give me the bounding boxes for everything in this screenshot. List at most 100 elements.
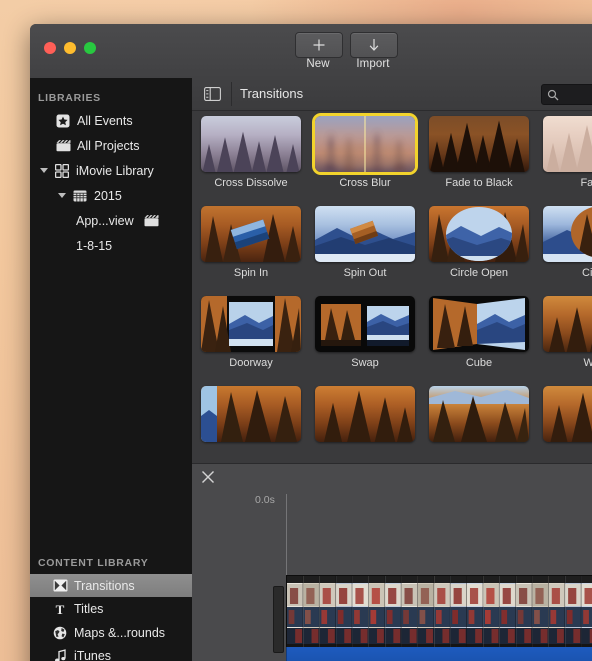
close-x-icon[interactable] (200, 469, 218, 487)
sidebar-item-label: Transitions (74, 578, 135, 593)
sidebar-item-label: 1-8-15 (76, 238, 113, 253)
transition-tile-row4-b[interactable] (315, 386, 419, 447)
sidebar-item-itunes[interactable]: iTunes (30, 645, 192, 661)
transition-tile-row4-d[interactable] (543, 386, 592, 447)
transition-tile-circle-open[interactable]: Circle Open (429, 206, 533, 279)
transition-tile-doorway[interactable]: Doorway (201, 296, 305, 369)
sidebar-item-all-events[interactable]: All Events (30, 109, 192, 132)
transition-thumbnail[interactable] (315, 296, 415, 352)
transition-label: Spin In (233, 267, 269, 279)
transition-thumbnail[interactable] (543, 116, 592, 172)
timeline-video-clip[interactable] (286, 575, 592, 649)
calendar-icon (72, 189, 88, 203)
globe-icon (52, 626, 68, 640)
sidebar-item-2015[interactable]: 2015 (30, 184, 192, 207)
timeline-audio-track[interactable] (286, 647, 592, 661)
timeline-ruler[interactable] (192, 492, 592, 516)
transitions-grid: Cross Dissolve Cross Blur Fade to Black (192, 110, 592, 463)
import-button[interactable] (350, 32, 398, 58)
sidebar-item-label: All Events (77, 113, 133, 128)
disclosure-triangle-icon[interactable] (58, 193, 66, 198)
transitions-browser: Transitions Cross Dissolve Cross Blur Fa… (192, 78, 592, 463)
transition-thumbnail[interactable] (429, 116, 529, 172)
transition-tile-circl[interactable]: Circl (543, 206, 592, 279)
transition-label: Circle Open (449, 267, 509, 279)
transition-tile-cube[interactable]: Cube (429, 296, 533, 369)
transition-tile-fade-to-black[interactable]: Fade to Black (429, 116, 533, 189)
transition-label: Swap (351, 357, 379, 369)
window-close-button[interactable] (44, 42, 56, 54)
music-note-icon (52, 649, 68, 661)
sidebar: LIBRARIES All Events All Projects iMovie L… (30, 78, 193, 661)
transition-thumbnail[interactable] (315, 386, 415, 442)
clip-trim-handle[interactable] (273, 586, 284, 653)
sidebar-item-all-projects[interactable]: All Projects (30, 134, 192, 157)
sidebar-item-1-8-15[interactable]: 1-8-15 (30, 234, 192, 257)
transition-label: Spin Out (343, 267, 387, 279)
transition-tile-row4-a[interactable] (201, 386, 305, 447)
content-library-header: CONTENT LIBRARY (38, 557, 149, 569)
transition-thumbnail[interactable] (312, 113, 418, 175)
transition-thumbnail[interactable] (201, 296, 301, 352)
transition-tile-wip[interactable]: Wip (543, 296, 592, 369)
sidebar-item-imovie-library[interactable]: iMovie Library (30, 159, 192, 182)
transition-tile-fade[interactable]: Fade (543, 116, 592, 189)
libraries-header: LIBRARIES (38, 92, 101, 104)
disclosure-triangle-icon[interactable] (40, 168, 48, 173)
transition-thumbnail[interactable] (543, 386, 592, 442)
transition-tile-row4-c[interactable] (429, 386, 533, 447)
search-icon (547, 88, 559, 106)
window-maximize-button[interactable] (84, 42, 96, 54)
plus-icon (313, 39, 325, 51)
download-arrow-icon (369, 39, 379, 51)
filmstrip-svg (287, 576, 592, 648)
sidebar-item-label: iMovie Library (76, 163, 154, 178)
sidebar-item-label: iTunes (74, 649, 112, 661)
sidebar-item-label: App...view (76, 213, 134, 228)
transition-thumbnail[interactable] (429, 206, 529, 262)
desktop-background: New Import LIBRARIES All Events All Proje… (0, 0, 592, 661)
search-input[interactable] (541, 84, 592, 105)
import-button-label: Import (356, 58, 390, 70)
transition-tile-cross-blur[interactable]: Cross Blur (312, 113, 419, 189)
browser-title: Transitions (240, 86, 304, 101)
sidebar-item-maps-rounds[interactable]: Maps &...rounds (30, 621, 192, 644)
grid-icon (54, 163, 70, 178)
filmstrip-thumbnails (287, 576, 592, 648)
clapperboard-icon (55, 139, 71, 153)
transition-label: Fade (580, 177, 592, 189)
sidebar-panel-icon[interactable] (200, 84, 224, 104)
window-titlebar: New Import (30, 24, 592, 79)
toolbar-divider (231, 82, 232, 106)
transition-thumbnail[interactable] (201, 206, 301, 262)
transition-label: Circl (582, 267, 592, 279)
new-button[interactable] (295, 32, 343, 58)
sidebar-item-transitions[interactable]: Transitions (30, 574, 192, 597)
svg-text:T: T (56, 603, 65, 616)
timeline-ruler-start-label: 0.0s (255, 494, 275, 506)
transition-label: Wip (583, 357, 592, 369)
sidebar-item-app-view[interactable]: App...view (30, 209, 192, 232)
transition-tile-spin-in[interactable]: Spin In (201, 206, 305, 279)
transition-thumbnail[interactable] (201, 116, 301, 172)
transition-thumbnail[interactable] (543, 206, 592, 262)
transition-tile-spin-out[interactable]: Spin Out (315, 206, 419, 279)
transitions-icon (52, 579, 68, 593)
window-minimize-button[interactable] (64, 42, 76, 54)
transition-tile-cross-dissolve[interactable]: Cross Dissolve (201, 116, 305, 189)
transition-thumbnail[interactable] (543, 296, 592, 352)
transition-thumbnail[interactable] (201, 386, 301, 442)
sidebar-item-label: Maps &...rounds (74, 625, 166, 640)
new-button-label: New (306, 58, 330, 70)
transition-thumbnail[interactable] (315, 206, 415, 262)
sidebar-item-label: 2015 (94, 188, 122, 203)
timeline-toolbar (192, 464, 592, 492)
transition-tile-swap[interactable]: Swap (315, 296, 419, 369)
transition-thumbnail[interactable] (429, 296, 529, 352)
imovie-window: New Import LIBRARIES All Events All Proje… (30, 24, 592, 661)
transition-thumbnail[interactable] (429, 386, 529, 442)
sidebar-item-titles[interactable]: T Titles (30, 598, 192, 621)
titles-t-icon: T (52, 602, 68, 616)
sidebar-item-label: All Projects (77, 138, 140, 153)
timeline-pane: 0.0s (192, 463, 592, 661)
